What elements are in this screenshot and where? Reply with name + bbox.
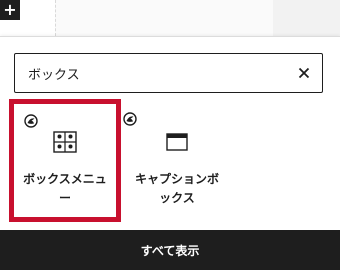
close-icon [298, 67, 310, 79]
search-input[interactable] [15, 54, 286, 92]
editor-canvas-strip: + [0, 0, 340, 36]
block-label: ボックスメニュー [23, 172, 107, 205]
editor-column [55, 0, 275, 36]
plugin-badge-icon [24, 114, 38, 128]
block-icon-wrap [163, 128, 191, 156]
editor-column-right [273, 0, 340, 36]
block-item-caption-box[interactable]: キャプションボックス [121, 99, 233, 222]
browse-all-button[interactable]: すべて表示 [0, 230, 340, 270]
grid-icon [53, 131, 77, 153]
window-icon [166, 133, 188, 151]
add-block-button[interactable]: + [0, 0, 20, 20]
block-results-list: ボックスメニュー キャプションボックス [0, 99, 340, 229]
clear-search-button[interactable] [286, 54, 322, 92]
plugin-badge-icon [123, 112, 137, 126]
search-box [14, 53, 323, 93]
block-label: キャプションボックス [134, 172, 219, 205]
block-item-box-menu[interactable]: ボックスメニュー [9, 99, 121, 222]
block-icon-wrap [51, 128, 79, 156]
browse-all-label: すべて表示 [140, 243, 200, 258]
block-inserter-popover: ボックスメニュー キャプションボックス すべて表示 [0, 36, 340, 270]
